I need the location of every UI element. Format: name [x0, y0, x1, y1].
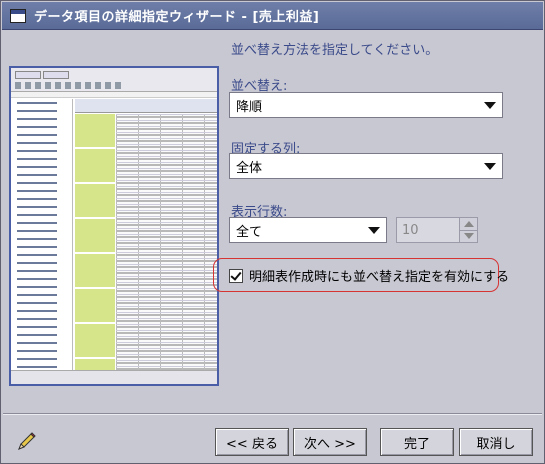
spinner-buttons [459, 218, 477, 242]
preview-address-bar [11, 92, 217, 98]
preview-toolbar [11, 68, 217, 92]
fixed-column-select[interactable]: 全体 [229, 153, 503, 179]
preview-tree [11, 99, 73, 370]
pencil-icon [18, 432, 36, 450]
chevron-down-icon[interactable] [362, 218, 386, 242]
apply-in-detail-checkbox[interactable] [229, 268, 243, 283]
preview-status-bar [11, 370, 217, 384]
instruction-text: 並べ替え方法を指定してください。 [231, 43, 439, 58]
display-rows-count[interactable]: 10 [397, 218, 459, 242]
title-bar[interactable]: データ項目の詳細指定ウィザード - [売上利益] [2, 2, 543, 30]
display-rows-count-spinner[interactable]: 10 [396, 217, 478, 243]
preview-grid [116, 114, 217, 370]
chevron-down-icon[interactable] [478, 154, 502, 178]
apply-in-detail-label[interactable]: 明細表作成時にも並べ替え指定を有効にする [249, 266, 509, 285]
report-preview-image [9, 66, 219, 386]
apply-in-detail-option[interactable]: 明細表作成時にも並べ替え指定を有効にする [229, 266, 509, 285]
preview-tab [43, 71, 69, 79]
preview-row-headers [75, 114, 115, 370]
window-icon [10, 8, 26, 23]
chevron-down-icon[interactable] [478, 93, 502, 117]
fixed-column-value: 全体 [236, 160, 263, 176]
display-rows-value: 全て [236, 224, 263, 240]
preview-tab [15, 71, 41, 79]
window-title: データ項目の詳細指定ウィザード - [売上利益] [34, 10, 320, 25]
increment-icon[interactable] [460, 218, 477, 230]
footer-divider [3, 413, 542, 415]
wizard-window: データ項目の詳細指定ウィザード - [売上利益] 並べ替え方法を指定してください… [0, 0, 545, 464]
cancel-button[interactable]: 取消し [459, 428, 533, 456]
preview-grid-header [75, 99, 217, 113]
preview-tool-icons [15, 82, 125, 89]
display-rows-select[interactable]: 全て [229, 217, 387, 243]
next-button[interactable]: 次へ >> [293, 428, 367, 456]
sort-order-value: 降順 [236, 99, 263, 115]
finish-button[interactable]: 完了 [380, 428, 454, 456]
back-button[interactable]: << 戻る [215, 428, 289, 456]
decrement-icon[interactable] [460, 229, 477, 242]
sort-order-select[interactable]: 降順 [229, 92, 503, 118]
